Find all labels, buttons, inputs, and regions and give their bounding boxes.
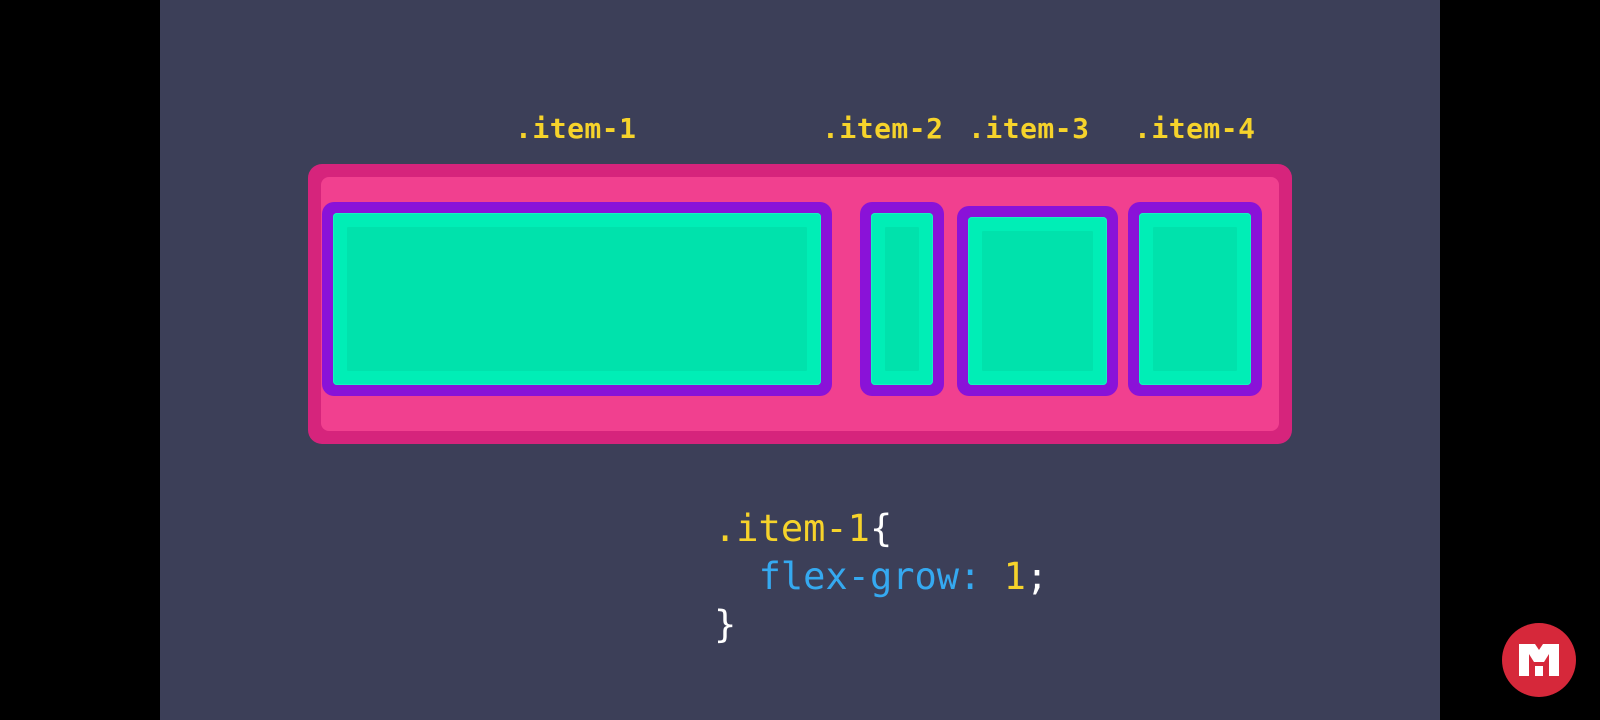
flex-item-3 bbox=[957, 206, 1118, 396]
label-item-4: .item-4 bbox=[1134, 112, 1256, 145]
label-item-3: .item-3 bbox=[968, 112, 1090, 145]
code-semicolon: ; bbox=[1025, 555, 1049, 598]
flex-item-4-face bbox=[1139, 213, 1251, 385]
code-selector: .item-1 bbox=[714, 507, 870, 550]
flex-container bbox=[308, 164, 1292, 444]
flex-item-4 bbox=[1128, 202, 1262, 396]
flex-item-1 bbox=[322, 202, 832, 396]
code-value: 1 bbox=[1003, 555, 1026, 598]
flex-item-1-face bbox=[333, 213, 821, 385]
code-property: flex-grow bbox=[758, 555, 960, 598]
channel-logo-icon bbox=[1502, 623, 1576, 697]
flex-item-2-face bbox=[871, 213, 933, 385]
code-close-brace: } bbox=[714, 603, 737, 646]
channel-logo-glyph-icon bbox=[1519, 644, 1559, 676]
css-code-block: .item-1{ flex-grow: 1; } bbox=[714, 505, 1048, 649]
flex-item-3-face bbox=[968, 217, 1107, 385]
label-item-1: .item-1 bbox=[515, 112, 637, 145]
code-colon: : bbox=[959, 555, 982, 598]
flex-item-2 bbox=[860, 202, 944, 396]
code-open-brace: { bbox=[869, 507, 893, 550]
label-item-2: .item-2 bbox=[822, 112, 944, 145]
